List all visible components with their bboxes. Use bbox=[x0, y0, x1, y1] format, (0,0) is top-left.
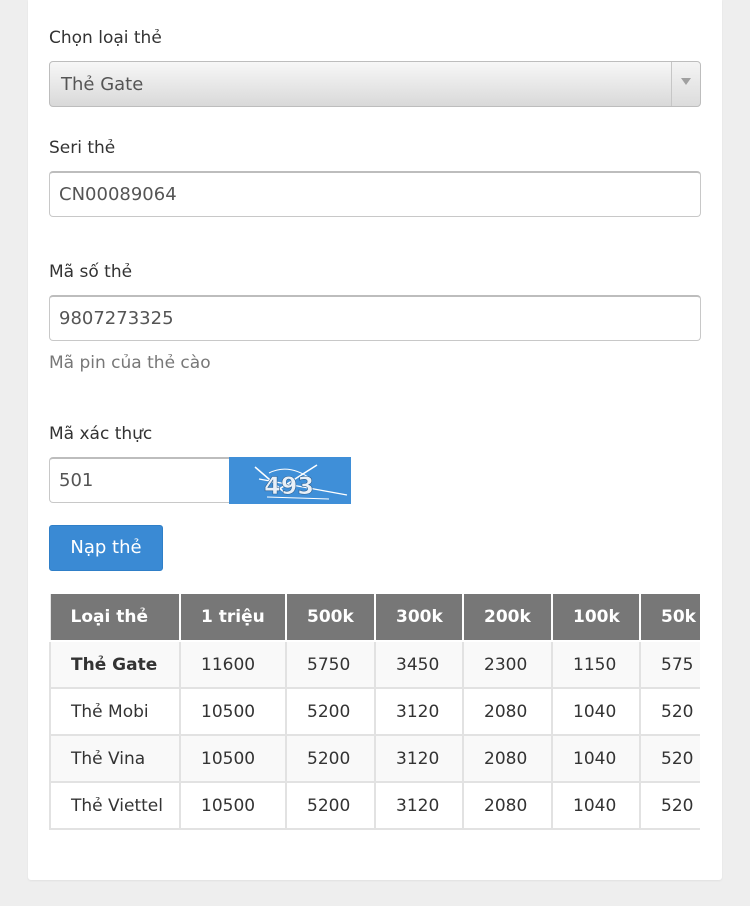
card-type-selected-value: Thẻ Gate bbox=[61, 74, 144, 95]
column-header: Loại thẻ bbox=[49, 592, 181, 642]
captcha-input-value: 501 bbox=[59, 470, 94, 491]
table-cell: 1040 bbox=[551, 687, 641, 736]
table-cell: 575 bbox=[639, 640, 700, 689]
column-header: 1 triệu bbox=[179, 592, 287, 642]
table-cell: 10500 bbox=[179, 687, 287, 736]
table-cell: 5200 bbox=[285, 781, 376, 830]
table-cell: 10500 bbox=[179, 781, 287, 830]
table-cell: 3120 bbox=[374, 687, 464, 736]
pin-help-text: Mã pin của thẻ cào bbox=[49, 353, 211, 373]
pin-input[interactable]: 9807273325 bbox=[49, 295, 701, 341]
rates-table: Loại thẻ 1 triệu 500k 300k 200k 100k 50k… bbox=[49, 592, 700, 832]
column-header: 50k bbox=[639, 592, 700, 642]
table-cell: 3450 bbox=[374, 640, 464, 689]
table-row: Thẻ Gate 11600 5750 3450 2300 1150 575 bbox=[49, 640, 700, 689]
table-cell: 520 bbox=[639, 781, 700, 830]
table-cell: 1040 bbox=[551, 734, 641, 783]
dropdown-toggle[interactable] bbox=[671, 62, 700, 106]
table-cell: 520 bbox=[639, 687, 700, 736]
table-cell: 2300 bbox=[462, 640, 553, 689]
column-header: 300k bbox=[374, 592, 464, 642]
table-cell: 2080 bbox=[462, 734, 553, 783]
table-cell: 2080 bbox=[462, 781, 553, 830]
table-row: Thẻ Mobi 10500 5200 3120 2080 1040 520 bbox=[49, 687, 700, 736]
table-cell: 5200 bbox=[285, 734, 376, 783]
column-header: 200k bbox=[462, 592, 553, 642]
table-cell: 10500 bbox=[179, 734, 287, 783]
table-header-row: Loại thẻ 1 triệu 500k 300k 200k 100k 50k bbox=[49, 592, 700, 642]
card-type-select[interactable]: Thẻ Gate bbox=[49, 61, 701, 107]
submit-button[interactable]: Nạp thẻ bbox=[49, 525, 163, 571]
captcha-image[interactable]: 493 bbox=[229, 457, 351, 504]
table-row: Thẻ Vina 10500 5200 3120 2080 1040 520 bbox=[49, 734, 700, 783]
card-type-label: Chọn loại thẻ bbox=[49, 28, 162, 48]
table-cell: 1040 bbox=[551, 781, 641, 830]
table-cell: Thẻ Gate bbox=[49, 640, 181, 689]
svg-text:493: 493 bbox=[264, 472, 314, 500]
chevron-down-icon bbox=[681, 78, 691, 85]
table-cell: Thẻ Vina bbox=[49, 734, 181, 783]
table-cell: 1150 bbox=[551, 640, 641, 689]
captcha-label: Mã xác thực bbox=[49, 424, 153, 444]
column-header: 500k bbox=[285, 592, 376, 642]
table-cell: 2080 bbox=[462, 687, 553, 736]
table-cell: Thẻ Mobi bbox=[49, 687, 181, 736]
table-cell: 520 bbox=[639, 734, 700, 783]
serial-input[interactable]: CN00089064 bbox=[49, 171, 701, 217]
pin-input-value: 9807273325 bbox=[59, 308, 174, 329]
table-cell: 11600 bbox=[179, 640, 287, 689]
captcha-graphic: 493 bbox=[254, 464, 348, 500]
table-cell: 3120 bbox=[374, 734, 464, 783]
table-cell: 5200 bbox=[285, 687, 376, 736]
column-header: 100k bbox=[551, 592, 641, 642]
table-cell: Thẻ Viettel bbox=[49, 781, 181, 830]
pin-label: Mã số thẻ bbox=[49, 262, 133, 282]
captcha-input[interactable]: 501 bbox=[49, 457, 230, 503]
serial-input-value: CN00089064 bbox=[59, 184, 177, 205]
table-row: Thẻ Viettel 10500 5200 3120 2080 1040 52… bbox=[49, 781, 700, 830]
table-cell: 3120 bbox=[374, 781, 464, 830]
table-cell: 5750 bbox=[285, 640, 376, 689]
serial-label: Seri thẻ bbox=[49, 138, 116, 158]
